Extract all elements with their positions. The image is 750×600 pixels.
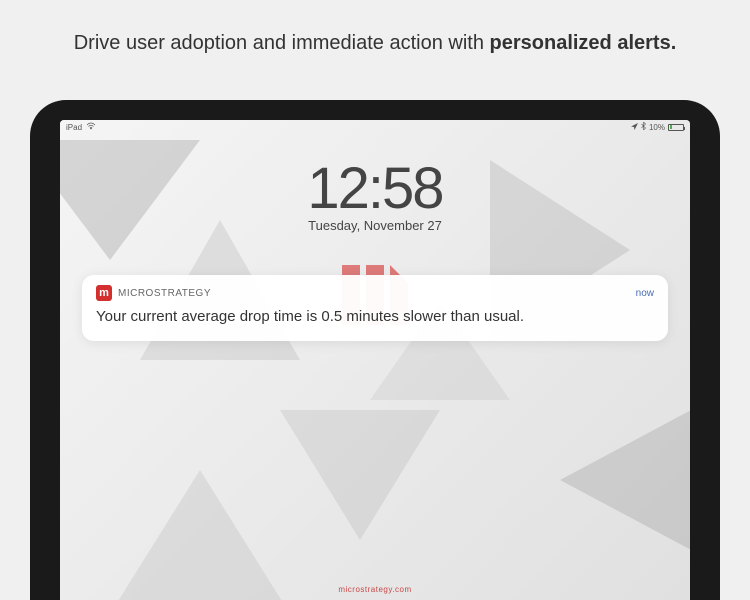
wallpaper-shape xyxy=(280,410,440,540)
wallpaper-footer-url: microstrategy.com xyxy=(60,585,690,594)
battery-percent: 10% xyxy=(649,123,665,132)
clock-time: 12:58 xyxy=(60,155,690,222)
notification-message: Your current average drop time is 0.5 mi… xyxy=(96,307,654,327)
status-bar: iPad 10% xyxy=(60,120,690,134)
app-icon-letter: m xyxy=(99,287,109,299)
headline-strong: personalized alerts. xyxy=(490,32,677,54)
wifi-icon xyxy=(86,122,96,132)
notification-timestamp: now xyxy=(636,288,654,299)
battery-icon xyxy=(668,124,684,131)
battery-fill xyxy=(670,125,672,129)
wallpaper-shape xyxy=(100,470,300,600)
status-left: iPad xyxy=(66,122,96,132)
marketing-headline: Drive user adoption and immediate action… xyxy=(0,32,750,55)
lock-screen-clock: 12:58 Tuesday, November 27 xyxy=(60,155,690,233)
notification-header: m MICROSTRATEGY now xyxy=(96,285,654,301)
wallpaper-shape xyxy=(560,400,690,560)
ipad-device-frame: iPad 10% 12:58 Tuesday, Nove xyxy=(30,100,720,600)
device-label: iPad xyxy=(66,123,82,132)
headline-text: Drive user adoption and immediate action… xyxy=(74,32,490,54)
notification-card[interactable]: m MICROSTRATEGY now Your current average… xyxy=(82,275,668,341)
bluetooth-icon xyxy=(641,122,646,132)
ipad-screen: iPad 10% 12:58 Tuesday, Nove xyxy=(60,120,690,600)
clock-date: Tuesday, November 27 xyxy=(60,218,690,233)
location-icon xyxy=(631,123,638,132)
notification-app-name: MICROSTRATEGY xyxy=(118,288,630,299)
notification-app-icon: m xyxy=(96,285,112,301)
status-right: 10% xyxy=(631,122,684,132)
